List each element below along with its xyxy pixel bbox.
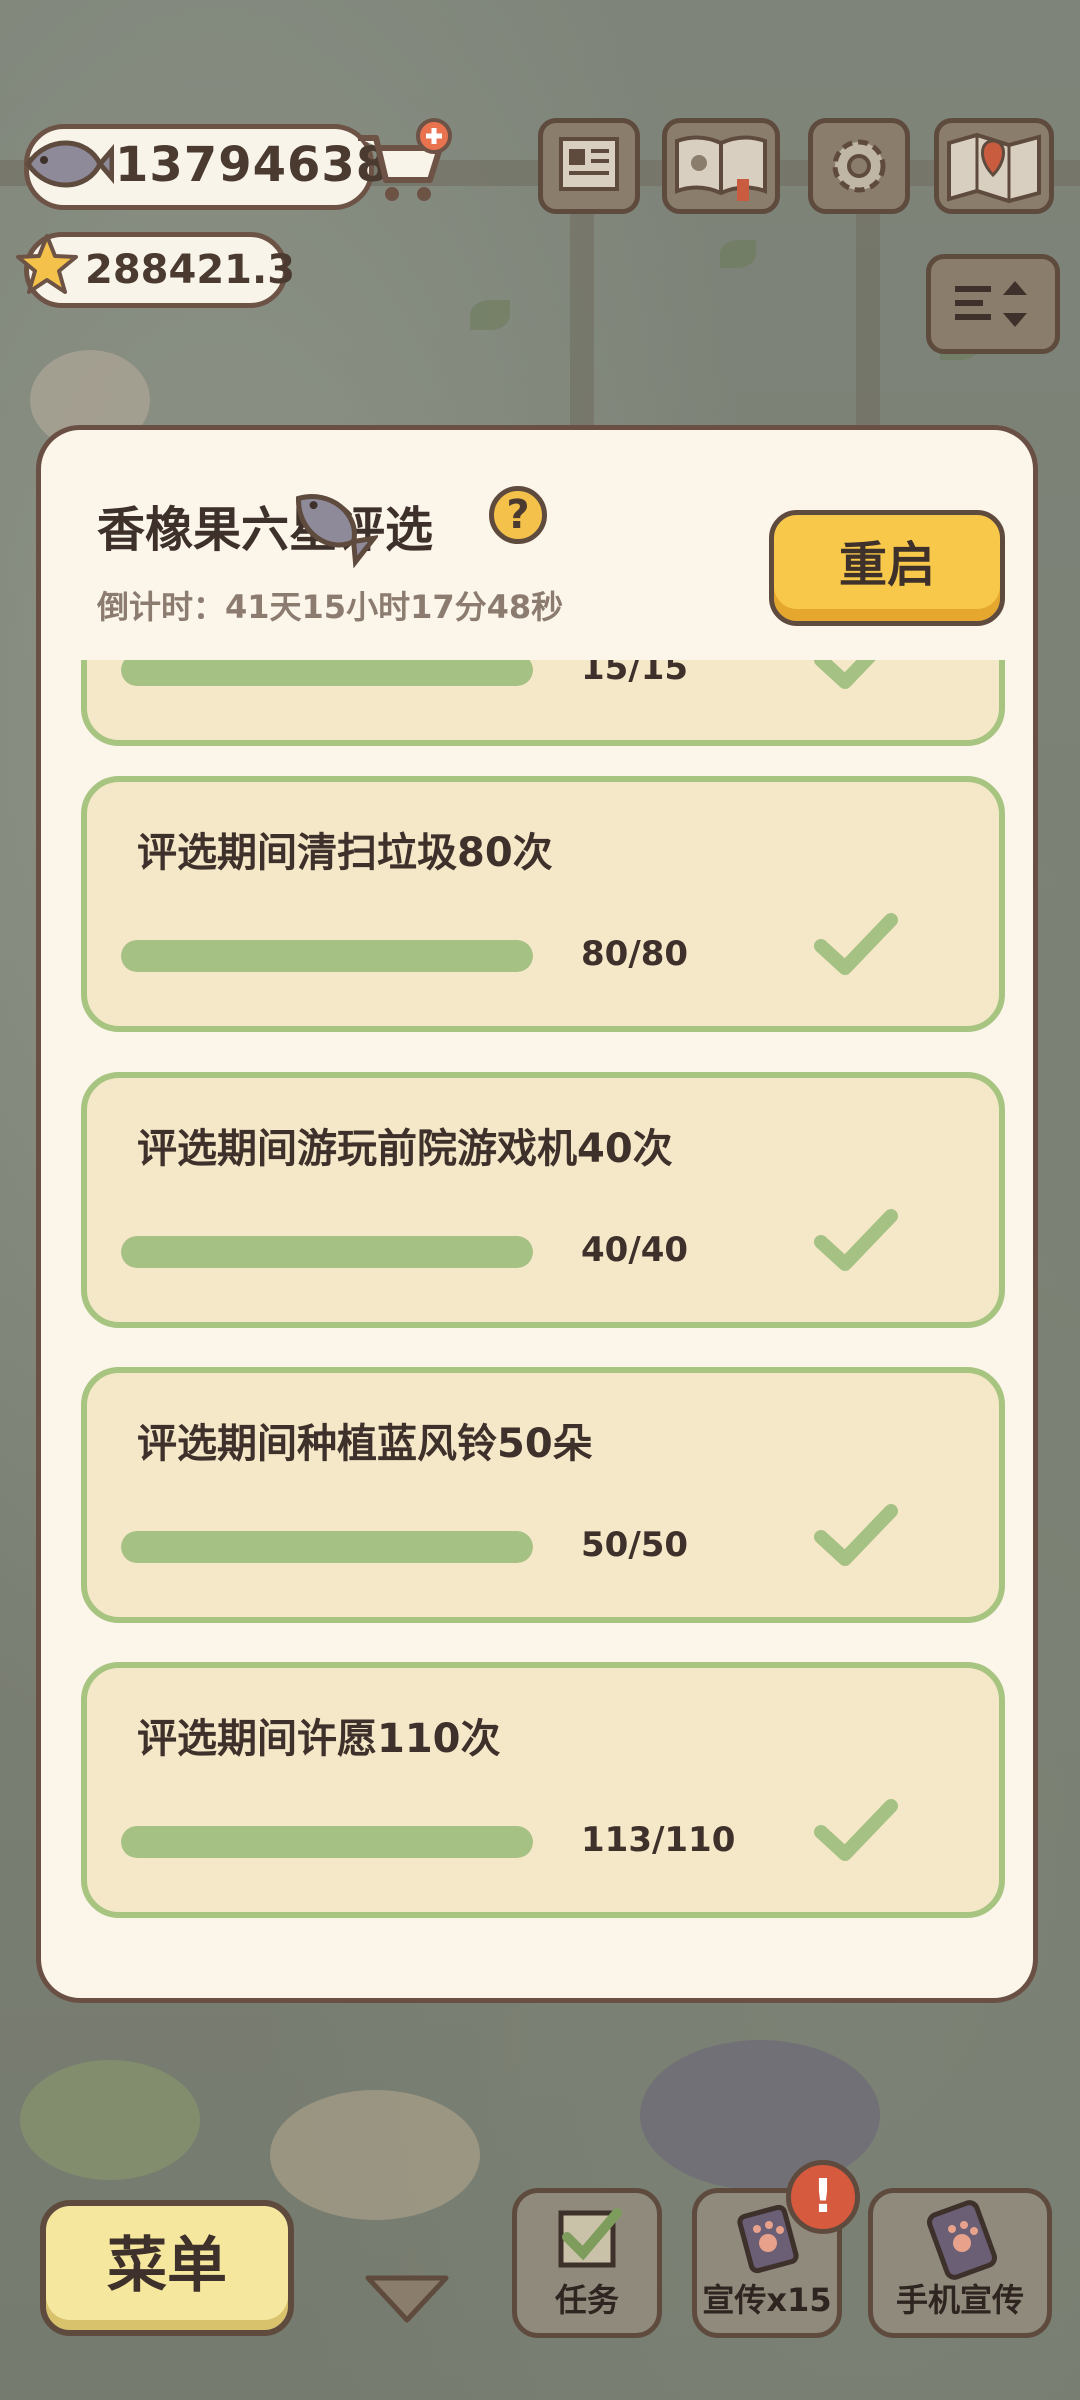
- help-icon[interactable]: ?: [489, 486, 547, 544]
- album-button[interactable]: [662, 118, 780, 214]
- sort-icon: [955, 281, 1027, 327]
- checkmark-icon: [814, 660, 876, 689]
- progress-text: 80/80: [581, 934, 689, 974]
- progress-bar: [121, 660, 533, 686]
- promotion-label: 宣传x15: [702, 2281, 832, 2319]
- checkmark-icon: [814, 913, 898, 975]
- task-card: 评选期间清扫垃圾80次 80/80: [81, 776, 1005, 1032]
- tasks-label: 任务: [554, 2281, 619, 2319]
- checkmark-icon: [814, 1209, 898, 1271]
- restart-button[interactable]: 重启: [769, 510, 1005, 626]
- checkmark-icon: [814, 1504, 898, 1566]
- album-icon: [675, 135, 767, 201]
- map-icon: [947, 132, 1041, 204]
- progress-fill: [121, 1236, 533, 1268]
- task-card: 评选期间种植蓝风铃50朵 50/50: [81, 1367, 1005, 1623]
- settings-button[interactable]: [808, 118, 910, 214]
- progress-fill: [121, 1531, 533, 1563]
- map-button[interactable]: [934, 118, 1054, 214]
- tasks-button[interactable]: 任务: [512, 2188, 662, 2338]
- progress-fill: [121, 940, 533, 972]
- chevron-down-icon[interactable]: [362, 2268, 452, 2328]
- fish-icon: [24, 140, 114, 188]
- page-title: 香橡果六星评选: [97, 502, 434, 558]
- progress-fill: [121, 660, 533, 686]
- palette-decor: [270, 2090, 480, 2220]
- flower-decor: [20, 2060, 200, 2180]
- progress-bar: [121, 1826, 533, 1858]
- progress-text: 15/15: [581, 660, 689, 688]
- sort-button[interactable]: [926, 254, 1060, 354]
- leaf-decor: [470, 300, 510, 330]
- gear-icon: [832, 139, 886, 193]
- star-icon: [16, 234, 78, 294]
- phone-promotion-button[interactable]: 手机宣传: [868, 2188, 1052, 2338]
- progress-text: 50/50: [581, 1525, 689, 1565]
- task-card: 评选期间游玩前院游戏机40次 40/40: [81, 1072, 1005, 1328]
- progress-bar: [121, 1531, 533, 1563]
- progress-text: 113/110: [581, 1820, 736, 1860]
- shopping-cart-icon[interactable]: [350, 118, 454, 210]
- checkmark-icon: [814, 1799, 898, 1861]
- rating-modal: 香橡果六星评选 ? 倒计时：41天15小时17分48秒 重启 15/15 评选期…: [36, 425, 1038, 2003]
- task-title: 评选期间清扫垃圾80次: [137, 830, 553, 876]
- fish-count: 13794638: [115, 137, 391, 193]
- task-card: 评选期间许愿110次 113/110: [81, 1662, 1005, 1918]
- newspaper-icon: [559, 137, 619, 191]
- newspaper-button[interactable]: [538, 118, 640, 214]
- task-title: 评选期间许愿110次: [137, 1716, 501, 1762]
- alert-badge: !: [786, 2160, 860, 2234]
- task-title: 评选期间种植蓝风铃50朵: [137, 1421, 593, 1467]
- task-card: 15/15: [81, 660, 1005, 746]
- fish-cursor-icon: [295, 494, 378, 568]
- task-title: 评选期间游玩前院游戏机40次: [137, 1126, 673, 1172]
- phone-promotion-label: 手机宣传: [895, 2281, 1024, 2319]
- star-count: 288421.3: [85, 247, 296, 293]
- task-list[interactable]: 15/15 评选期间清扫垃圾80次 80/80 评选期间游玩前院游戏机40次 4…: [41, 660, 1033, 1990]
- countdown-timer: 倒计时：41天15小时17分48秒: [97, 588, 564, 626]
- progress-text: 40/40: [581, 1230, 689, 1270]
- progress-bar: [121, 1236, 533, 1268]
- progress-bar: [121, 940, 533, 972]
- menu-button[interactable]: 菜单: [40, 2200, 294, 2336]
- leaf-decor: [720, 240, 756, 268]
- progress-fill: [121, 1826, 533, 1858]
